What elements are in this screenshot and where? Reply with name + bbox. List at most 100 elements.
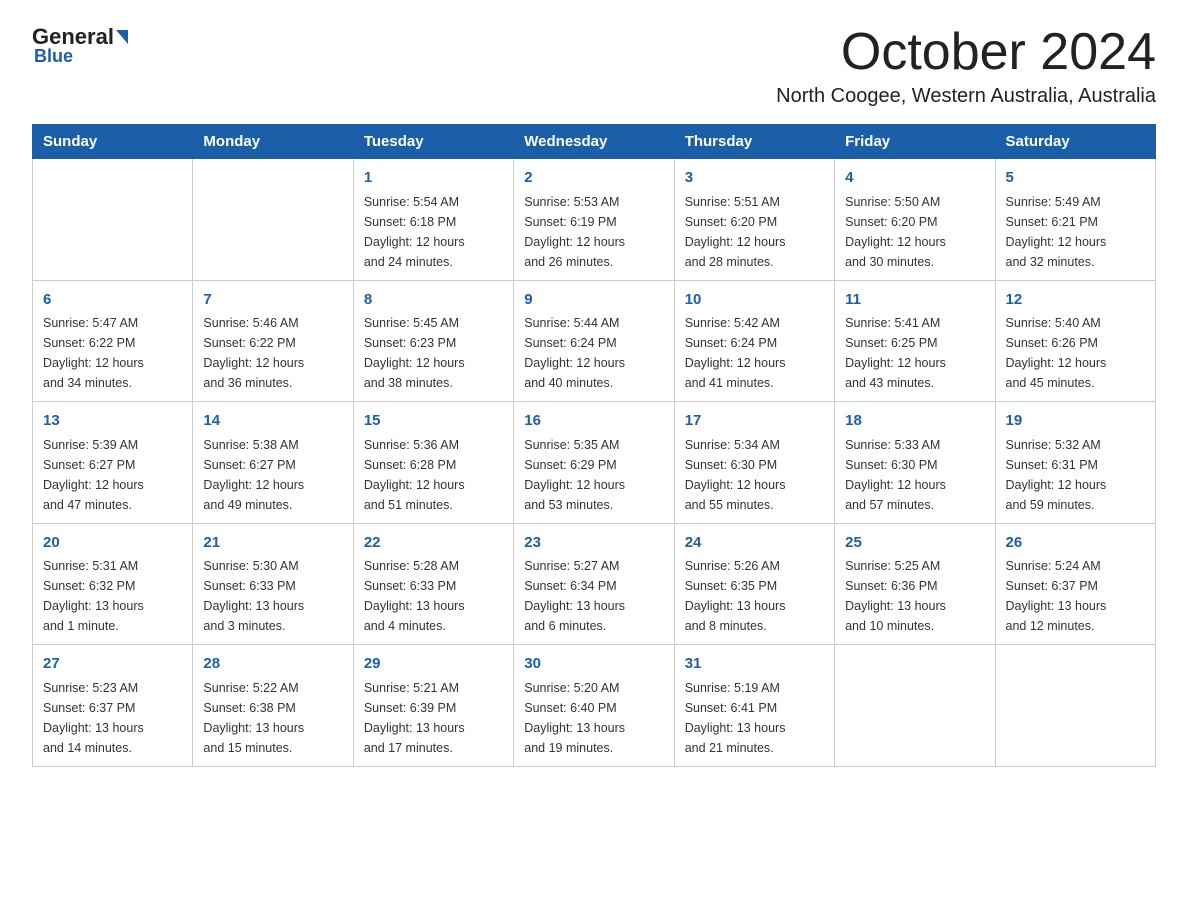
- table-row: 8Sunrise: 5:45 AM Sunset: 6:23 PM Daylig…: [353, 280, 513, 402]
- day-info: Sunrise: 5:33 AM Sunset: 6:30 PM Dayligh…: [845, 435, 984, 515]
- col-tuesday: Tuesday: [353, 125, 513, 159]
- day-number: 3: [685, 167, 824, 190]
- table-row: 31Sunrise: 5:19 AM Sunset: 6:41 PM Dayli…: [674, 645, 834, 767]
- title-block: October 2024 North Coogee, Western Austr…: [776, 24, 1156, 108]
- day-info: Sunrise: 5:28 AM Sunset: 6:33 PM Dayligh…: [364, 556, 503, 636]
- logo-blue-text: Blue: [34, 46, 73, 67]
- day-info: Sunrise: 5:45 AM Sunset: 6:23 PM Dayligh…: [364, 313, 503, 393]
- table-row: 29Sunrise: 5:21 AM Sunset: 6:39 PM Dayli…: [353, 645, 513, 767]
- calendar-table: Sunday Monday Tuesday Wednesday Thursday…: [32, 124, 1156, 767]
- table-row: 22Sunrise: 5:28 AM Sunset: 6:33 PM Dayli…: [353, 523, 513, 645]
- day-info: Sunrise: 5:23 AM Sunset: 6:37 PM Dayligh…: [43, 678, 182, 758]
- day-info: Sunrise: 5:41 AM Sunset: 6:25 PM Dayligh…: [845, 313, 984, 393]
- day-number: 1: [364, 167, 503, 190]
- day-number: 8: [364, 289, 503, 312]
- day-info: Sunrise: 5:49 AM Sunset: 6:21 PM Dayligh…: [1006, 192, 1145, 272]
- day-info: Sunrise: 5:40 AM Sunset: 6:26 PM Dayligh…: [1006, 313, 1145, 393]
- table-row: [193, 159, 353, 281]
- table-row: 12Sunrise: 5:40 AM Sunset: 6:26 PM Dayli…: [995, 280, 1155, 402]
- day-number: 4: [845, 167, 984, 190]
- day-number: 6: [43, 289, 182, 312]
- day-info: Sunrise: 5:19 AM Sunset: 6:41 PM Dayligh…: [685, 678, 824, 758]
- day-info: Sunrise: 5:25 AM Sunset: 6:36 PM Dayligh…: [845, 556, 984, 636]
- col-thursday: Thursday: [674, 125, 834, 159]
- logo-arrow-icon: [116, 30, 128, 44]
- calendar-week-3: 13Sunrise: 5:39 AM Sunset: 6:27 PM Dayli…: [33, 402, 1156, 524]
- day-number: 25: [845, 532, 984, 555]
- day-info: Sunrise: 5:27 AM Sunset: 6:34 PM Dayligh…: [524, 556, 663, 636]
- table-row: 21Sunrise: 5:30 AM Sunset: 6:33 PM Dayli…: [193, 523, 353, 645]
- day-info: Sunrise: 5:53 AM Sunset: 6:19 PM Dayligh…: [524, 192, 663, 272]
- logo: General Blue: [32, 24, 130, 67]
- day-info: Sunrise: 5:36 AM Sunset: 6:28 PM Dayligh…: [364, 435, 503, 515]
- calendar-week-5: 27Sunrise: 5:23 AM Sunset: 6:37 PM Dayli…: [33, 645, 1156, 767]
- day-info: Sunrise: 5:46 AM Sunset: 6:22 PM Dayligh…: [203, 313, 342, 393]
- table-row: 15Sunrise: 5:36 AM Sunset: 6:28 PM Dayli…: [353, 402, 513, 524]
- day-number: 9: [524, 289, 663, 312]
- day-info: Sunrise: 5:30 AM Sunset: 6:33 PM Dayligh…: [203, 556, 342, 636]
- table-row: 3Sunrise: 5:51 AM Sunset: 6:20 PM Daylig…: [674, 159, 834, 281]
- day-info: Sunrise: 5:32 AM Sunset: 6:31 PM Dayligh…: [1006, 435, 1145, 515]
- day-info: Sunrise: 5:22 AM Sunset: 6:38 PM Dayligh…: [203, 678, 342, 758]
- table-row: 19Sunrise: 5:32 AM Sunset: 6:31 PM Dayli…: [995, 402, 1155, 524]
- table-row: 30Sunrise: 5:20 AM Sunset: 6:40 PM Dayli…: [514, 645, 674, 767]
- day-info: Sunrise: 5:50 AM Sunset: 6:20 PM Dayligh…: [845, 192, 984, 272]
- table-row: 7Sunrise: 5:46 AM Sunset: 6:22 PM Daylig…: [193, 280, 353, 402]
- day-number: 13: [43, 410, 182, 433]
- day-number: 15: [364, 410, 503, 433]
- table-row: 25Sunrise: 5:25 AM Sunset: 6:36 PM Dayli…: [835, 523, 995, 645]
- month-title: October 2024: [776, 24, 1156, 81]
- day-info: Sunrise: 5:34 AM Sunset: 6:30 PM Dayligh…: [685, 435, 824, 515]
- day-number: 22: [364, 532, 503, 555]
- table-row: 17Sunrise: 5:34 AM Sunset: 6:30 PM Dayli…: [674, 402, 834, 524]
- day-info: Sunrise: 5:35 AM Sunset: 6:29 PM Dayligh…: [524, 435, 663, 515]
- day-number: 20: [43, 532, 182, 555]
- day-info: Sunrise: 5:20 AM Sunset: 6:40 PM Dayligh…: [524, 678, 663, 758]
- day-number: 19: [1006, 410, 1145, 433]
- col-wednesday: Wednesday: [514, 125, 674, 159]
- calendar-week-4: 20Sunrise: 5:31 AM Sunset: 6:32 PM Dayli…: [33, 523, 1156, 645]
- table-row: 13Sunrise: 5:39 AM Sunset: 6:27 PM Dayli…: [33, 402, 193, 524]
- day-number: 31: [685, 653, 824, 676]
- table-row: 5Sunrise: 5:49 AM Sunset: 6:21 PM Daylig…: [995, 159, 1155, 281]
- day-number: 30: [524, 653, 663, 676]
- day-info: Sunrise: 5:39 AM Sunset: 6:27 PM Dayligh…: [43, 435, 182, 515]
- day-number: 28: [203, 653, 342, 676]
- calendar-week-2: 6Sunrise: 5:47 AM Sunset: 6:22 PM Daylig…: [33, 280, 1156, 402]
- day-info: Sunrise: 5:47 AM Sunset: 6:22 PM Dayligh…: [43, 313, 182, 393]
- day-number: 14: [203, 410, 342, 433]
- day-info: Sunrise: 5:24 AM Sunset: 6:37 PM Dayligh…: [1006, 556, 1145, 636]
- table-row: 16Sunrise: 5:35 AM Sunset: 6:29 PM Dayli…: [514, 402, 674, 524]
- day-number: 17: [685, 410, 824, 433]
- day-number: 16: [524, 410, 663, 433]
- day-info: Sunrise: 5:44 AM Sunset: 6:24 PM Dayligh…: [524, 313, 663, 393]
- table-row: 28Sunrise: 5:22 AM Sunset: 6:38 PM Dayli…: [193, 645, 353, 767]
- table-row: 23Sunrise: 5:27 AM Sunset: 6:34 PM Dayli…: [514, 523, 674, 645]
- day-number: 29: [364, 653, 503, 676]
- table-row: 11Sunrise: 5:41 AM Sunset: 6:25 PM Dayli…: [835, 280, 995, 402]
- day-number: 26: [1006, 532, 1145, 555]
- day-info: Sunrise: 5:51 AM Sunset: 6:20 PM Dayligh…: [685, 192, 824, 272]
- day-number: 2: [524, 167, 663, 190]
- table-row: [835, 645, 995, 767]
- day-number: 7: [203, 289, 342, 312]
- table-row: 9Sunrise: 5:44 AM Sunset: 6:24 PM Daylig…: [514, 280, 674, 402]
- table-row: [995, 645, 1155, 767]
- table-row: 4Sunrise: 5:50 AM Sunset: 6:20 PM Daylig…: [835, 159, 995, 281]
- day-number: 23: [524, 532, 663, 555]
- day-number: 18: [845, 410, 984, 433]
- col-friday: Friday: [835, 125, 995, 159]
- table-row: 20Sunrise: 5:31 AM Sunset: 6:32 PM Dayli…: [33, 523, 193, 645]
- table-row: 18Sunrise: 5:33 AM Sunset: 6:30 PM Dayli…: [835, 402, 995, 524]
- calendar-week-1: 1Sunrise: 5:54 AM Sunset: 6:18 PM Daylig…: [33, 159, 1156, 281]
- table-row: 1Sunrise: 5:54 AM Sunset: 6:18 PM Daylig…: [353, 159, 513, 281]
- table-row: 26Sunrise: 5:24 AM Sunset: 6:37 PM Dayli…: [995, 523, 1155, 645]
- calendar-header-row: Sunday Monday Tuesday Wednesday Thursday…: [33, 125, 1156, 159]
- day-info: Sunrise: 5:54 AM Sunset: 6:18 PM Dayligh…: [364, 192, 503, 272]
- table-row: 10Sunrise: 5:42 AM Sunset: 6:24 PM Dayli…: [674, 280, 834, 402]
- page-header: General Blue October 2024 North Coogee, …: [32, 24, 1156, 108]
- table-row: 14Sunrise: 5:38 AM Sunset: 6:27 PM Dayli…: [193, 402, 353, 524]
- location-title: North Coogee, Western Australia, Austral…: [776, 85, 1156, 108]
- table-row: 2Sunrise: 5:53 AM Sunset: 6:19 PM Daylig…: [514, 159, 674, 281]
- table-row: 6Sunrise: 5:47 AM Sunset: 6:22 PM Daylig…: [33, 280, 193, 402]
